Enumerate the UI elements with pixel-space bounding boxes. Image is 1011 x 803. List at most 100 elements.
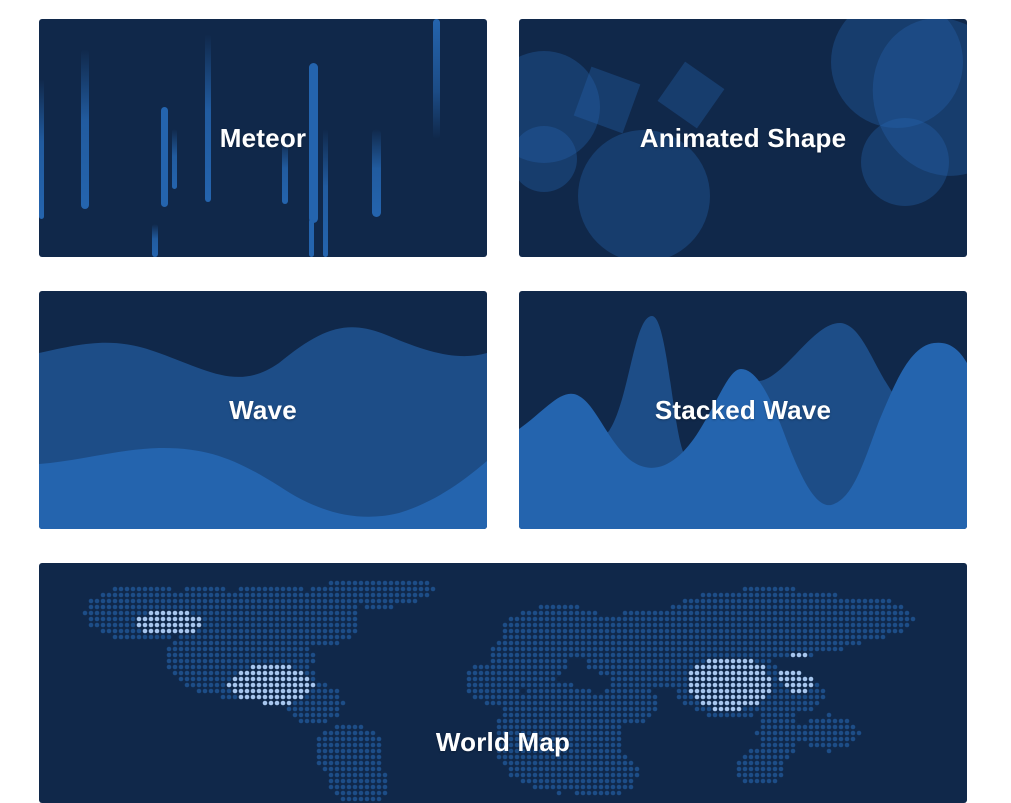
map-dot xyxy=(496,640,502,646)
map-dot xyxy=(550,772,556,778)
map-dot xyxy=(550,754,556,760)
map-dot xyxy=(316,736,322,742)
map-dot xyxy=(784,730,790,736)
map-dot xyxy=(322,694,328,700)
map-dot xyxy=(178,640,184,646)
map-dot xyxy=(304,682,310,688)
map-dot xyxy=(118,604,124,610)
map-dot xyxy=(682,700,688,706)
map-dot xyxy=(262,682,268,688)
map-dot xyxy=(604,772,610,778)
map-dot xyxy=(268,658,274,664)
map-dot xyxy=(850,616,856,622)
map-dot xyxy=(634,646,640,652)
map-dot xyxy=(538,646,544,652)
map-dot xyxy=(514,658,520,664)
map-dot xyxy=(814,724,820,730)
map-dot xyxy=(334,760,340,766)
map-dot xyxy=(268,622,274,628)
map-dot xyxy=(610,712,616,718)
map-dot xyxy=(544,736,550,742)
map-dot xyxy=(532,706,538,712)
map-dot xyxy=(256,616,262,622)
map-dot xyxy=(766,640,772,646)
map-dot xyxy=(202,640,208,646)
map-dot xyxy=(100,598,106,604)
map-dot xyxy=(760,706,766,712)
map-dot xyxy=(508,742,514,748)
map-dot xyxy=(634,664,640,670)
map-dot xyxy=(640,688,646,694)
map-dot xyxy=(352,610,358,616)
map-dot xyxy=(646,610,652,616)
map-dot xyxy=(868,628,874,634)
map-dot xyxy=(718,682,724,688)
map-dot xyxy=(358,790,364,796)
map-dot xyxy=(592,772,598,778)
map-dot xyxy=(202,670,208,676)
map-dot xyxy=(490,652,496,658)
map-dot xyxy=(334,640,340,646)
map-dot xyxy=(244,628,250,634)
map-dot xyxy=(592,784,598,790)
map-dot xyxy=(274,628,280,634)
map-dot xyxy=(604,724,610,730)
map-dot xyxy=(778,766,784,772)
map-dot xyxy=(586,754,592,760)
map-dot xyxy=(670,622,676,628)
stacked-wave-card[interactable]: Stacked Wave xyxy=(519,291,967,529)
map-dot xyxy=(232,598,238,604)
world-map-card[interactable]: World Map xyxy=(39,563,967,803)
map-dot xyxy=(262,658,268,664)
map-dot xyxy=(850,604,856,610)
map-dot xyxy=(808,688,814,694)
map-dot xyxy=(598,646,604,652)
map-dot xyxy=(148,604,154,610)
map-dot xyxy=(412,598,418,604)
map-dot xyxy=(274,694,280,700)
map-dot xyxy=(262,616,268,622)
map-dot xyxy=(796,628,802,634)
map-dot xyxy=(520,658,526,664)
map-dot xyxy=(826,634,832,640)
map-dot xyxy=(886,598,892,604)
map-dot xyxy=(706,604,712,610)
map-dot xyxy=(358,592,364,598)
map-dot xyxy=(628,628,634,634)
map-dot xyxy=(568,640,574,646)
map-dot xyxy=(880,622,886,628)
meteor-card[interactable]: Meteor xyxy=(39,19,487,257)
map-dot xyxy=(766,730,772,736)
map-dot xyxy=(328,592,334,598)
map-dot xyxy=(538,664,544,670)
map-dot xyxy=(790,646,796,652)
map-dot xyxy=(766,652,772,658)
wave-card[interactable]: Wave xyxy=(39,291,487,529)
map-dot xyxy=(496,724,502,730)
map-dot xyxy=(226,676,232,682)
map-dot xyxy=(352,760,358,766)
map-dot xyxy=(658,652,664,658)
map-dot xyxy=(508,646,514,652)
map-dot xyxy=(562,634,568,640)
map-dot xyxy=(604,616,610,622)
map-dot xyxy=(238,592,244,598)
map-dot xyxy=(112,604,118,610)
map-dot xyxy=(310,676,316,682)
map-dot xyxy=(142,616,148,622)
map-dot xyxy=(292,706,298,712)
map-dot xyxy=(616,622,622,628)
map-dot xyxy=(700,592,706,598)
animated-shape-card[interactable]: Animated Shape xyxy=(519,19,967,257)
map-dot xyxy=(694,646,700,652)
map-dot xyxy=(832,736,838,742)
map-dot xyxy=(598,784,604,790)
map-dot xyxy=(778,646,784,652)
map-dot xyxy=(658,664,664,670)
map-dot xyxy=(544,670,550,676)
map-dot xyxy=(322,640,328,646)
map-dot xyxy=(724,670,730,676)
map-dot xyxy=(706,688,712,694)
map-dot xyxy=(874,610,880,616)
map-dot xyxy=(742,640,748,646)
